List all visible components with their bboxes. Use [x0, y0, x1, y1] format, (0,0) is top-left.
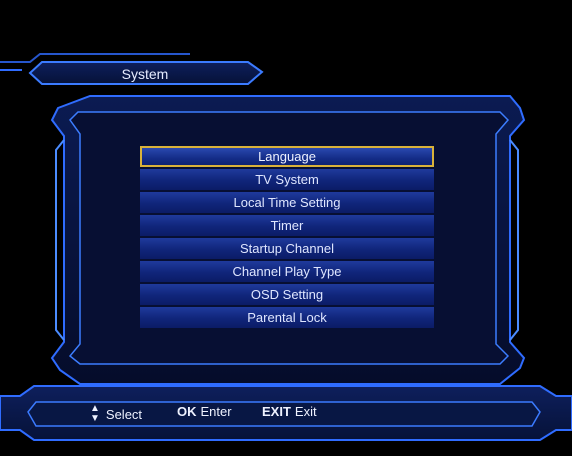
exit-key: EXIT [262, 404, 291, 419]
menu-item-startup-channel[interactable]: Startup Channel [140, 238, 434, 259]
exit-hint: EXIT Exit [262, 404, 317, 419]
up-down-arrows-icon: ▲ ▼ [90, 403, 100, 424]
key-hints-bar: ▲ ▼ Select OK Enter EXIT Exit [0, 404, 572, 424]
menu-item-osd-setting[interactable]: OSD Setting [140, 284, 434, 305]
exit-label: Exit [294, 404, 317, 419]
ok-label: Enter [200, 404, 232, 419]
menu-item-tv-system[interactable]: TV System [140, 169, 434, 190]
settings-menu: Language TV System Local Time Setting Ti… [140, 146, 434, 330]
menu-item-channel-play-type[interactable]: Channel Play Type [140, 261, 434, 282]
menu-item-language[interactable]: Language [140, 146, 434, 167]
select-hint: ▲ ▼ Select [90, 404, 142, 424]
system-menu-screen: System Language TV System Local Time Set… [0, 0, 572, 456]
menu-item-local-time-setting[interactable]: Local Time Setting [140, 192, 434, 213]
select-label: Select [105, 406, 143, 422]
ok-hint: OK Enter [177, 404, 232, 419]
screen-title: System [121, 66, 169, 82]
ok-key: OK [177, 404, 197, 419]
menu-item-timer[interactable]: Timer [140, 215, 434, 236]
menu-item-parental-lock[interactable]: Parental Lock [140, 307, 434, 328]
